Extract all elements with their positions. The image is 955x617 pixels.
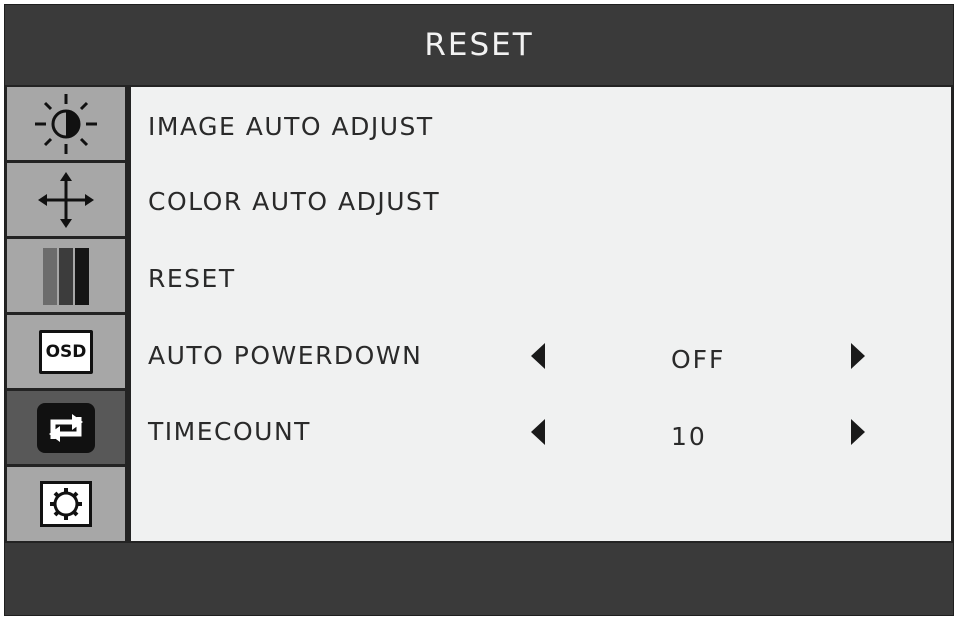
menu-item-label: AUTO POWERDOWN [148, 341, 423, 370]
timecount-value: 10 [671, 422, 707, 451]
menu-item-auto-powerdown[interactable]: AUTO POWERDOWN [148, 336, 422, 376]
menu-content: IMAGE AUTO ADJUST COLOR AUTO ADJUST RESE… [131, 87, 951, 541]
osd-icon-label: OSD [45, 341, 87, 362]
menu-item-image-auto-adjust[interactable]: IMAGE AUTO ADJUST [148, 107, 434, 147]
sidebar-tab-picture[interactable] [7, 87, 125, 160]
menu-item-label: COLOR AUTO ADJUST [148, 187, 441, 216]
menu-body: OSD IMAGE AUTO ADJUST COLOR AUTO ADJUST … [5, 85, 953, 543]
menu-title-bar: RESET [5, 5, 953, 85]
gear-icon [40, 481, 92, 527]
sidebar-tab-color[interactable] [7, 239, 125, 312]
reset-arrows-icon [37, 402, 95, 453]
brightness-contrast-icon [35, 93, 97, 154]
auto-powerdown-right-arrow-icon[interactable] [851, 343, 865, 369]
menu-item-label: TIMECOUNT [148, 417, 311, 446]
move-arrows-icon [38, 171, 94, 228]
color-bars-icon [43, 247, 89, 305]
auto-powerdown-value: OFF [671, 345, 726, 374]
menu-item-reset[interactable]: RESET [148, 259, 236, 299]
sidebar-tab-position[interactable] [7, 163, 125, 236]
osd-icon: OSD [39, 329, 93, 374]
timecount-right-arrow-icon[interactable] [851, 419, 865, 445]
menu-item-label: IMAGE AUTO ADJUST [148, 112, 434, 141]
menu-footer-bar [5, 543, 953, 615]
sidebar-tab-osd[interactable]: OSD [7, 315, 125, 388]
menu-item-color-auto-adjust[interactable]: COLOR AUTO ADJUST [148, 182, 440, 222]
sidebar-tab-setup[interactable] [7, 467, 125, 541]
sidebar-tab-reset[interactable] [7, 391, 125, 464]
osd-menu-window: RESET OSD IMAGE AUTO ADJUST COLOR AUTO A… [4, 4, 954, 616]
menu-item-label: RESET [148, 264, 236, 293]
menu-title: RESET [424, 27, 534, 63]
sidebar: OSD [5, 87, 127, 543]
menu-item-timecount[interactable]: TIMECOUNT [148, 412, 311, 452]
timecount-left-arrow-icon[interactable] [531, 419, 545, 445]
auto-powerdown-left-arrow-icon[interactable] [531, 343, 545, 369]
